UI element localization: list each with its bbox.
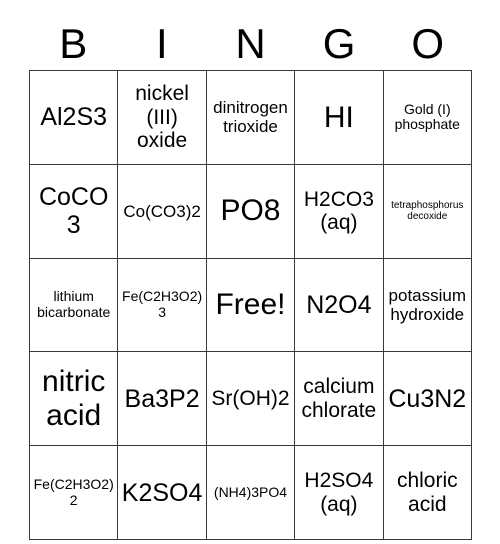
bingo-row: Al2S3 nickel (III) oxide dinitrogen trio… xyxy=(28,70,473,165)
bingo-cell[interactable]: dinitrogen trioxide xyxy=(205,70,296,165)
bingo-cell-label: K2SO4 xyxy=(121,478,203,507)
bingo-cell[interactable]: tetraphosphorus decoxide xyxy=(382,163,473,259)
bingo-cell[interactable]: nickel (III) oxide xyxy=(117,70,207,165)
bingo-cell[interactable]: nitric acid xyxy=(28,351,119,447)
bingo-cell[interactable]: (NH4)3PO4 xyxy=(205,445,296,540)
bingo-cell-label: H2SO4 (aq) xyxy=(304,469,374,516)
bingo-cell-label: PO8 xyxy=(220,194,281,228)
bingo-cell[interactable]: K2SO4 xyxy=(117,445,207,540)
header-letter-o: O xyxy=(411,20,444,67)
bingo-cell-label: Gold (I) phosphate xyxy=(394,100,460,133)
bingo-cell[interactable]: Co(CO3)2 xyxy=(117,163,207,259)
bingo-cell-label: Cu3N2 xyxy=(388,384,467,413)
bingo-header: B I N G O xyxy=(29,18,472,70)
bingo-cell-label: potassium hydroxide xyxy=(388,285,467,324)
bingo-cell-label: tetraphosphorus decoxide xyxy=(391,200,464,223)
bingo-cell[interactable]: Fe(C2H3O2)2 xyxy=(28,445,119,540)
header-letter-b: B xyxy=(59,20,88,67)
bingo-cell-label: Co(CO3)2 xyxy=(123,201,201,221)
bingo-cell[interactable]: Gold (I) phosphate xyxy=(382,70,473,165)
bingo-cell[interactable]: potassium hydroxide xyxy=(382,257,473,353)
bingo-cell[interactable]: Ba3P2 xyxy=(117,351,207,447)
bingo-cell[interactable]: H2SO4 (aq) xyxy=(294,445,384,540)
bingo-free-label: Free! xyxy=(215,288,286,322)
bingo-row: Fe(C2H3O2)2 K2SO4 (NH4)3PO4 H2SO4 (aq) c… xyxy=(28,445,473,540)
bingo-cell[interactable]: N2O4 xyxy=(294,257,384,353)
bingo-row: nitric acid Ba3P2 Sr(OH)2 calcium chlora… xyxy=(28,351,473,447)
bingo-grid: Al2S3 nickel (III) oxide dinitrogen trio… xyxy=(28,70,473,540)
header-letter-i: I xyxy=(156,20,168,67)
bingo-cell-label: calcium chlorate xyxy=(301,375,377,422)
bingo-cell-free[interactable]: Free! xyxy=(205,257,296,353)
bingo-cell[interactable]: H2CO3 (aq) xyxy=(294,163,384,259)
bingo-cell-label: Fe(C2H3O2)2 xyxy=(33,475,114,508)
bingo-cell[interactable]: HI xyxy=(294,70,384,165)
bingo-cell-label: H2CO3 (aq) xyxy=(303,187,374,235)
bingo-cell-label: nitric acid xyxy=(42,365,106,432)
bingo-cell-label: Sr(OH)2 xyxy=(211,387,290,411)
bingo-cell-label: (NH4)3PO4 xyxy=(213,483,288,500)
bingo-card: B I N G O Al2S3 nickel (III) oxide dinit… xyxy=(0,0,500,544)
bingo-cell-label: dinitrogen trioxide xyxy=(213,98,288,137)
bingo-cell-label: HI xyxy=(323,100,354,134)
bingo-cell[interactable]: Al2S3 xyxy=(28,70,119,165)
bingo-cell-label: Fe(C2H3O2)3 xyxy=(122,288,203,320)
bingo-cell[interactable]: CoCO3 xyxy=(28,163,119,259)
bingo-cell[interactable]: chloric acid xyxy=(382,445,473,540)
bingo-cell[interactable]: Fe(C2H3O2)3 xyxy=(117,257,207,353)
bingo-cell[interactable]: PO8 xyxy=(205,163,296,259)
bingo-cell[interactable]: Sr(OH)2 xyxy=(205,351,296,447)
bingo-cell-label: Ba3P2 xyxy=(124,384,200,413)
bingo-cell[interactable]: calcium chlorate xyxy=(294,351,384,447)
bingo-cell-label: nickel (III) oxide xyxy=(135,82,189,153)
bingo-cell-label: lithium bicarbonate xyxy=(37,288,111,320)
bingo-cell[interactable]: Cu3N2 xyxy=(382,351,473,447)
bingo-cell-label: Al2S3 xyxy=(40,103,108,132)
bingo-cell[interactable]: lithium bicarbonate xyxy=(28,257,119,353)
bingo-cell-label: CoCO3 xyxy=(38,183,109,240)
bingo-cell-label: N2O4 xyxy=(306,290,372,319)
bingo-row: lithium bicarbonate Fe(C2H3O2)3 Free! N2… xyxy=(28,257,473,353)
header-letter-g: G xyxy=(322,20,356,67)
bingo-cell-label: chloric acid xyxy=(396,469,458,516)
bingo-row: CoCO3 Co(CO3)2 PO8 H2CO3 (aq) tetraphosp… xyxy=(28,163,473,259)
header-letter-n: N xyxy=(235,20,266,67)
